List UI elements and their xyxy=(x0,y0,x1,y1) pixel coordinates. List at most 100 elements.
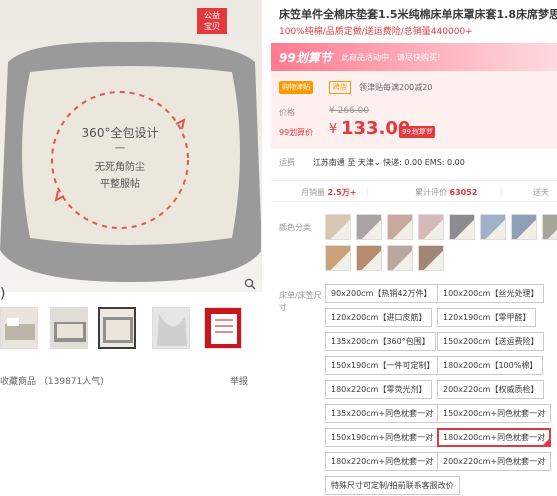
color-swatches xyxy=(325,214,557,276)
stats-divider xyxy=(501,187,502,197)
promo-text: 此商品活动中，请尽快购买！ xyxy=(341,53,445,62)
stats-divider xyxy=(367,187,368,197)
size-option-label: 135x200cm【360°包围】 xyxy=(331,337,430,346)
size-option-label: 150x190cm+同色枕套一对 xyxy=(331,433,434,442)
color-swatch[interactable] xyxy=(449,214,475,240)
allowance-coupon-text[interactable]: 领津贴每满200减20 xyxy=(359,81,432,94)
thumbnail-4[interactable] xyxy=(152,307,190,349)
price-label: 价格 xyxy=(279,108,295,117)
size-option[interactable]: 150x190cm【一件可定制】 xyxy=(325,356,441,375)
size-option-label: 120x190cm【零甲醛】 xyxy=(443,313,531,322)
charity-badge-line1: 公益 xyxy=(204,11,220,20)
size-option[interactable]: 180x200cm【100%棉】 xyxy=(437,356,544,375)
product-subtitle: 100%纯棉/品质定做/送运费险/总销量440000+ xyxy=(279,27,473,37)
color-swatch[interactable] xyxy=(325,214,351,240)
product-info: 床笠单件全棉床垫套1.5米纯棉床单床罩床套1.8床席梦思保 100%纯棉/品质定… xyxy=(271,0,557,496)
monthly-sales-label: 月销量 xyxy=(301,188,325,197)
thumbnail-3[interactable] xyxy=(98,307,136,349)
shipping-row: 运费 江苏南通 至 天津⌄ 快递: 0.00 EMS: 0.00 xyxy=(279,158,465,167)
size-option[interactable]: 120x190cm【零甲醛】 xyxy=(437,308,537,327)
size-option-label: 200x220cm+同色枕套一对 xyxy=(443,457,546,466)
color-swatch[interactable] xyxy=(387,245,413,271)
color-swatch[interactable] xyxy=(356,214,382,240)
size-option-label: 特殊尺寸可定制/拍前联系客服改价 xyxy=(331,481,454,490)
zoom-icon[interactable] xyxy=(244,278,256,290)
size-option-label: 100x200cm【丝光处理】 xyxy=(443,289,539,298)
image-text-line4: 平整服帖 xyxy=(100,177,140,190)
size-option[interactable]: 180x200cm+同色枕套一对 xyxy=(437,428,552,447)
cross-store-tag: 跨店 xyxy=(329,81,351,94)
color-swatch[interactable] xyxy=(511,214,537,240)
points-label: 送天 xyxy=(533,188,549,197)
favorite-product[interactable]: 收藏商品 （139871人气） xyxy=(0,374,109,387)
size-option[interactable]: 200x220cm+同色枕套一对 xyxy=(437,452,552,471)
size-option[interactable]: 135x200cm+同色枕套一对 xyxy=(325,404,440,423)
shipping-origin: 江苏南通 xyxy=(312,158,345,167)
size-option-label: 180x220cm+同色枕套一对 xyxy=(331,457,434,466)
size-option[interactable]: 150x190cm+同色枕套一对 xyxy=(325,428,440,447)
image-text-line3: 无死角防尘 xyxy=(95,160,145,173)
sale-event-tag: 99划算节 xyxy=(399,126,435,138)
shipping-destination[interactable]: 天津 xyxy=(358,158,374,167)
size-option-label: 150x190cm【一件可定制】 xyxy=(331,361,435,370)
color-label: 颜色分类 xyxy=(279,223,311,232)
favorite-label[interactable]: 收藏商品 xyxy=(0,377,36,387)
product-title: 床笠单件全棉床垫套1.5米纯棉床单床罩床套1.8床席梦思保 xyxy=(279,8,557,21)
reviews-label: 累计评价 xyxy=(415,188,447,197)
thumbnail-5[interactable] xyxy=(204,307,242,349)
reviews-value[interactable]: 63052 xyxy=(450,188,478,197)
previous-image-arrow[interactable]: ) xyxy=(0,286,5,302)
size-option-label: 150x200cm+同色枕套一对 xyxy=(443,409,546,418)
size-option[interactable]: 135x200cm【360°包围】 xyxy=(325,332,436,351)
color-swatch[interactable] xyxy=(418,245,444,271)
cumulative-reviews: 累计评价 63052 xyxy=(415,187,477,198)
size-option-label: 150x200cm【送运费险】 xyxy=(443,337,539,346)
color-swatch[interactable] xyxy=(325,245,351,271)
size-option-label: 200x220cm【权威质检】 xyxy=(443,385,539,394)
size-option[interactable]: 120x200cm【进口皮筋】 xyxy=(325,308,433,327)
size-option-label: 120x200cm【进口皮筋】 xyxy=(331,313,427,322)
price-box: 购物津贴 跨店 领津贴每满200减20 价格 ¥ 266.00 99划算价 ¥ … xyxy=(271,71,557,149)
size-option[interactable]: 90x200cm【热销42万件】 xyxy=(325,284,438,303)
size-option-label: 90x200cm【热销42万件】 xyxy=(331,289,432,298)
product-gallery: 360°全包设计 一 无死角防尘 平整服帖 公益 宝贝 ) 收藏商品 （1398… xyxy=(0,0,262,496)
charity-badge: 公益 宝贝 xyxy=(197,8,227,34)
stats-bar: 月销量 2.5万+ 累计评价 63052 送天 xyxy=(271,180,557,202)
main-product-image[interactable]: 360°全包设计 一 无死角防尘 平整服帖 公益 宝贝 xyxy=(0,0,262,292)
thumbnail-2[interactable] xyxy=(50,307,88,349)
size-option[interactable]: 180x220cm【零荧光剂】 xyxy=(325,380,433,399)
shipping-detail: 快递: 0.00 EMS: 0.00 xyxy=(383,158,465,167)
color-swatch[interactable] xyxy=(542,214,557,240)
image-text-line1: 360°全包设计 xyxy=(82,125,159,140)
size-option-label: 180x220cm【零荧光剂】 xyxy=(331,385,427,394)
size-option-label: 135x200cm+同色枕套一对 xyxy=(331,409,434,418)
size-label: 床单/床笠尺寸 xyxy=(279,291,322,312)
color-swatch[interactable] xyxy=(387,214,413,240)
size-option[interactable]: 150x200cm+同色枕套一对 xyxy=(437,404,552,423)
size-option[interactable]: 100x200cm【丝光处理】 xyxy=(437,284,545,303)
report-link[interactable]: 举报 xyxy=(230,374,248,387)
shipping-label: 运费 xyxy=(279,158,295,167)
size-option[interactable]: 特殊尺寸可定制/拍前联系客服改价 xyxy=(325,476,460,495)
thumbnail-strip xyxy=(0,307,262,351)
size-option[interactable]: 200x220cm【权威质检】 xyxy=(437,380,545,399)
currency-symbol: ¥ xyxy=(329,122,338,137)
size-option-label: 180x200cm【100%棉】 xyxy=(443,361,538,370)
size-option[interactable]: 180x220cm+同色枕套一对 xyxy=(325,452,440,471)
shipping-to-label: 至 xyxy=(347,158,356,167)
color-swatch[interactable] xyxy=(480,214,506,240)
promo-banner: 99划算节 此商品活动中，请尽快购买！ xyxy=(271,43,557,71)
color-swatch[interactable] xyxy=(356,245,382,271)
size-option[interactable]: 150x200cm【送运费险】 xyxy=(437,332,545,351)
selected-check-icon xyxy=(542,438,551,446)
size-option-label: 180x200cm+同色枕套一对 xyxy=(443,433,546,442)
color-swatch[interactable] xyxy=(418,214,444,240)
monthly-sales: 月销量 2.5万+ xyxy=(301,187,356,198)
image-text-line2: 一 xyxy=(115,144,125,155)
favorite-count: （139871人气） xyxy=(38,377,110,387)
sale-price-label: 99划算价 xyxy=(279,128,314,137)
monthly-sales-value: 2.5万+ xyxy=(327,188,357,197)
charity-badge-line2: 宝贝 xyxy=(204,22,220,31)
promo-logo: 99划算节 xyxy=(279,51,332,65)
thumbnail-1[interactable] xyxy=(0,307,38,349)
